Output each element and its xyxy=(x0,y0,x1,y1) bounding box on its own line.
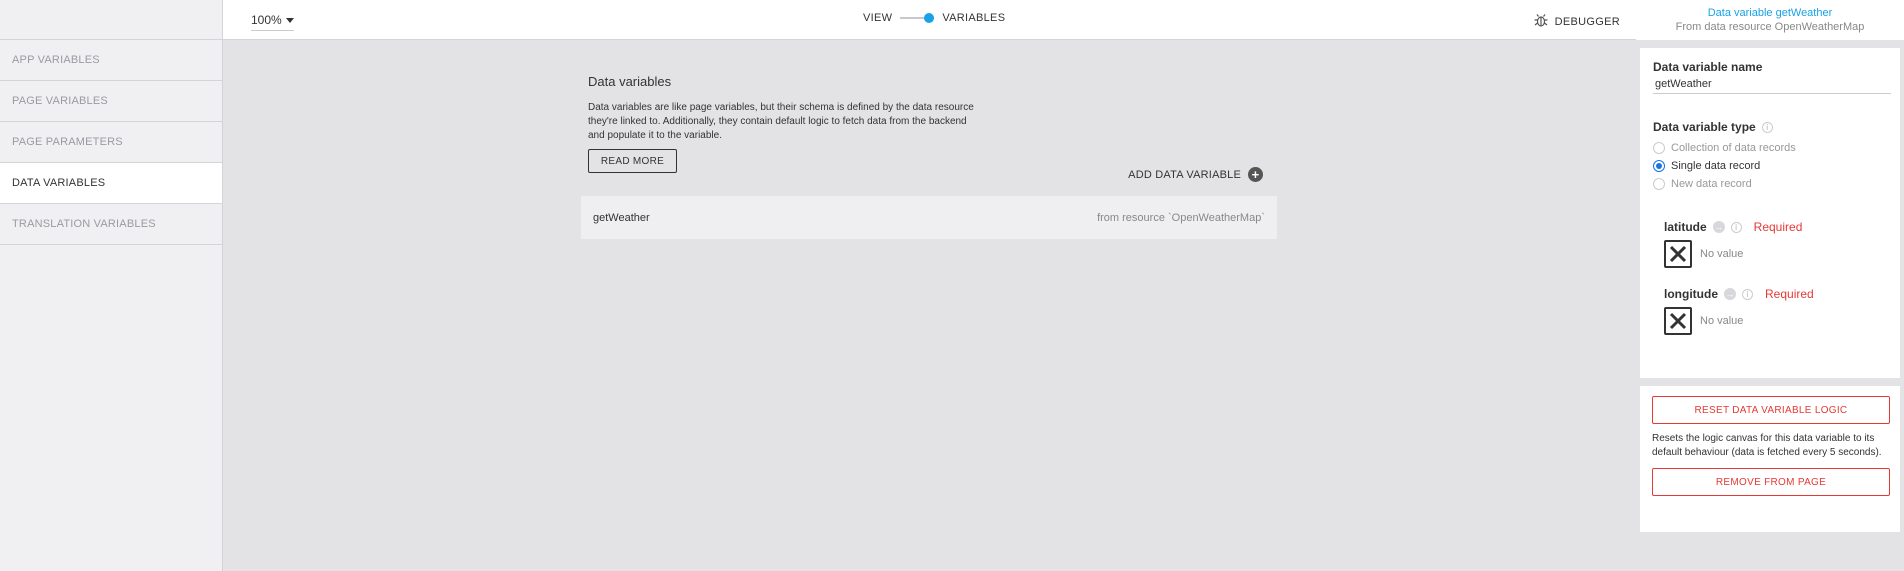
read-more-button[interactable]: READ MORE xyxy=(588,149,677,173)
arrow-right-icon[interactable]: → xyxy=(1712,221,1725,233)
sidebar-item-translation-variables[interactable]: TRANSLATION VARIABLES xyxy=(0,204,222,245)
param-name: latitude xyxy=(1664,220,1707,234)
zoom-value: 100% xyxy=(251,13,282,27)
left-sidebar: APP VARIABLES PAGE VARIABLES PAGE PARAME… xyxy=(0,0,223,571)
reset-description: Resets the logic canvas for this data va… xyxy=(1652,433,1882,458)
param-value-text: No value xyxy=(1700,315,1744,327)
data-variables-section: Data variables Data variables are like p… xyxy=(581,74,1277,239)
panel-header: Data variable getWeather From data resou… xyxy=(1636,0,1904,40)
page-title: Data variables xyxy=(588,74,672,89)
radio-single-record[interactable]: Single data record xyxy=(1653,160,1887,172)
add-data-variable-button[interactable]: ADD DATA VARIABLE + xyxy=(1128,167,1263,182)
sidebar-item-page-parameters[interactable]: PAGE PARAMETERS xyxy=(0,122,222,163)
variable-name-input[interactable] xyxy=(1653,75,1891,94)
variable-type-label: Data variable type xyxy=(1653,120,1756,134)
variable-type-heading: Data variable type i xyxy=(1653,120,1887,134)
radio-collection[interactable]: Collection of data records xyxy=(1653,142,1887,154)
radio-button[interactable] xyxy=(1653,160,1665,172)
variable-name-label: Data variable name xyxy=(1653,60,1763,74)
properties-panel: Data variable getWeather From data resou… xyxy=(1636,0,1904,571)
sidebar-item-data-variables[interactable]: DATA VARIABLES xyxy=(0,163,222,204)
param-value: No value xyxy=(1664,240,1887,268)
view-label[interactable]: VIEW xyxy=(863,12,892,24)
panel-header-subtitle: From data resource OpenWeatherMap xyxy=(1675,21,1865,33)
clear-value-button[interactable] xyxy=(1664,240,1692,268)
zoom-dropdown[interactable]: 100% xyxy=(251,13,294,31)
param-header: latitude → i Required xyxy=(1664,220,1887,234)
variables-label[interactable]: VARIABLES xyxy=(942,12,1005,24)
close-icon xyxy=(1669,312,1687,330)
variable-properties-card: Data variable name Data variable type i … xyxy=(1640,48,1900,378)
toggle-knob xyxy=(924,13,935,23)
radio-button[interactable] xyxy=(1653,178,1665,190)
required-badge: Required xyxy=(1765,287,1814,301)
top-bar: 100% VIEW VARIABLES DEBUGGER xyxy=(223,0,1636,40)
chevron-down-icon xyxy=(285,17,294,23)
info-icon[interactable]: i xyxy=(1761,121,1773,133)
param-value: No value xyxy=(1664,307,1887,335)
add-data-variable-label: ADD DATA VARIABLE xyxy=(1128,168,1241,181)
info-icon[interactable]: i xyxy=(1742,288,1753,300)
radio-label: Single data record xyxy=(1671,160,1761,172)
close-icon xyxy=(1669,245,1687,263)
param-header: longitude → i Required xyxy=(1664,287,1887,301)
variable-name: getWeather xyxy=(593,211,650,224)
sidebar-top-spacer xyxy=(0,0,222,40)
param-longitude: longitude → i Required No value xyxy=(1664,287,1887,335)
sidebar-item-app-variables[interactable]: APP VARIABLES xyxy=(0,40,222,81)
section-description: Data variables are like page variables, … xyxy=(588,102,974,141)
remove-from-page-button[interactable]: REMOVE FROM PAGE xyxy=(1652,468,1890,496)
required-badge: Required xyxy=(1753,220,1803,234)
debugger-label: DEBUGGER xyxy=(1554,15,1620,28)
clear-value-button[interactable] xyxy=(1664,307,1692,335)
radio-new-record[interactable]: New data record xyxy=(1653,178,1887,190)
radio-label: Collection of data records xyxy=(1671,142,1796,154)
bug-icon xyxy=(1533,13,1549,30)
radio-label: New data record xyxy=(1671,178,1752,190)
plus-icon: + xyxy=(1248,167,1263,182)
info-icon[interactable]: i xyxy=(1730,221,1742,233)
radio-button[interactable] xyxy=(1653,142,1665,154)
param-value-text: No value xyxy=(1700,248,1744,260)
panel-header-link[interactable]: Data variable getWeather xyxy=(1636,7,1904,19)
debugger-button[interactable]: DEBUGGER xyxy=(1533,13,1620,30)
variable-source: from resource `OpenWeatherMap` xyxy=(1097,211,1265,224)
toggle-switch[interactable] xyxy=(900,13,935,23)
arrow-right-icon[interactable]: → xyxy=(1724,288,1736,300)
variable-actions-card: RESET DATA VARIABLE LOGIC Resets the log… xyxy=(1640,386,1900,532)
reset-logic-button[interactable]: RESET DATA VARIABLE LOGIC xyxy=(1652,396,1890,424)
param-name: longitude xyxy=(1664,287,1718,301)
param-latitude: latitude → i Required No value xyxy=(1664,220,1887,268)
list-item[interactable]: getWeather from resource `OpenWeatherMap… xyxy=(581,196,1277,239)
view-variables-toggle: VIEW VARIABLES xyxy=(863,12,1005,24)
sidebar-item-page-variables[interactable]: PAGE VARIABLES xyxy=(0,81,222,122)
